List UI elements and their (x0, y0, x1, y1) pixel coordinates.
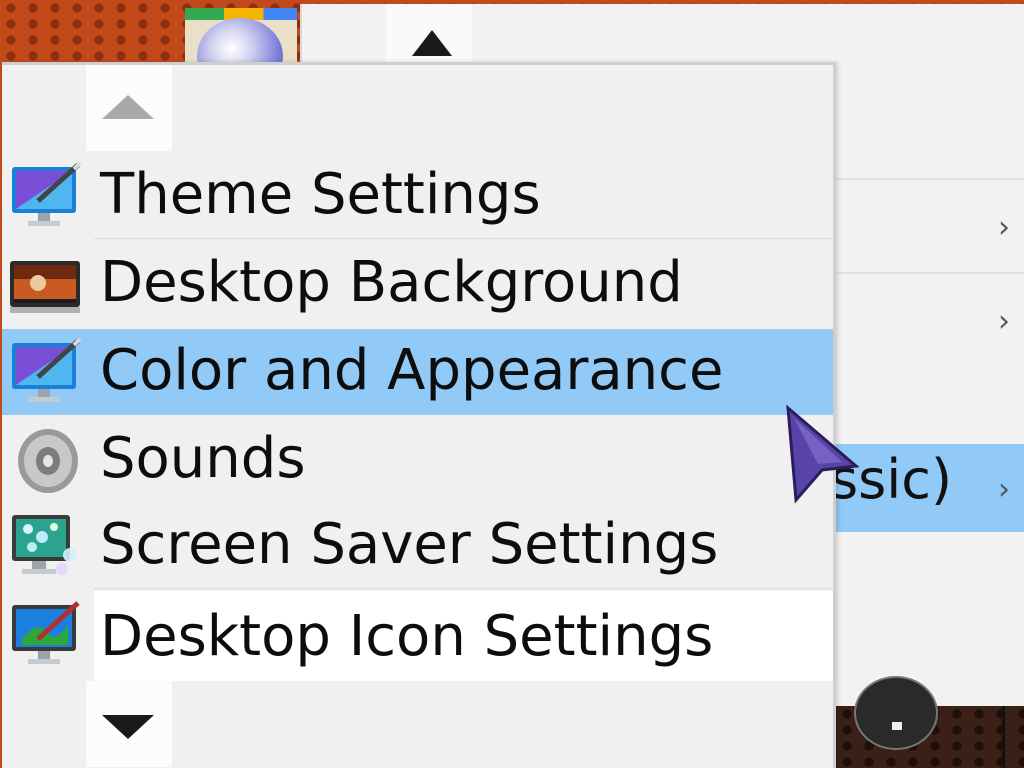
screen-saver-icon (12, 515, 77, 575)
divider (94, 238, 833, 239)
divider (94, 588, 833, 589)
mouse-cursor-icon (786, 404, 860, 504)
desktop-gadget (185, 8, 297, 70)
parent-scroll-up-button[interactable] (386, 4, 472, 62)
menu-item-label: Screen Saver Settings (100, 512, 719, 577)
personalize-submenu: Theme Settings Desktop Background Color … (2, 62, 836, 768)
menu-item-color-and-appearance[interactable]: Color and Appearance (2, 329, 833, 415)
menu-item-label: Desktop Icon Settings (100, 604, 714, 669)
menu-item-label: Sounds (100, 426, 306, 491)
desktop-background-bottom (836, 676, 1024, 768)
menu-item-desktop-icon-settings[interactable]: Desktop Icon Settings (2, 591, 833, 681)
menu-item-desktop-background[interactable]: Desktop Background (2, 241, 833, 327)
arrow-up-icon (412, 30, 452, 56)
chevron-right-icon: › (998, 304, 1010, 339)
theme-settings-icon (12, 161, 82, 226)
speaker-icon (18, 429, 78, 493)
menu-item-label: Theme Settings (100, 162, 541, 227)
clock-gadget (854, 676, 938, 750)
scroll-down-button[interactable] (86, 681, 172, 767)
chevron-right-icon: › (998, 210, 1010, 245)
divider (1002, 706, 1005, 768)
color-appearance-icon (12, 337, 82, 402)
menu-item-screen-saver-settings[interactable]: Screen Saver Settings (2, 503, 833, 589)
chevron-right-icon: › (998, 472, 1010, 507)
arrow-down-icon (102, 715, 154, 739)
desktop-background-icon (10, 261, 80, 313)
menu-item-label: Color and Appearance (100, 338, 724, 403)
menu-item-sounds[interactable]: Sounds (2, 417, 833, 503)
scroll-up-button[interactable] (86, 65, 172, 151)
menu-item-theme-settings[interactable]: Theme Settings (2, 153, 833, 239)
desktop-icon-settings-icon (12, 601, 80, 664)
menu-item-label: Desktop Background (100, 250, 683, 315)
arrow-up-icon (102, 95, 154, 119)
